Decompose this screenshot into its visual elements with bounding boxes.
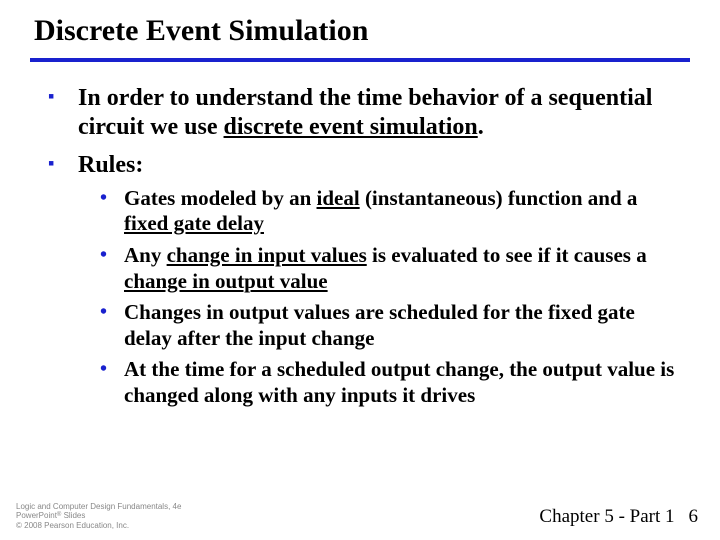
footer-line2: PowerPoint® Slides: [16, 511, 181, 521]
footer-chapter: Chapter 5 - Part 1: [539, 506, 674, 527]
footer-page-info: Chapter 5 - Part 1 6: [539, 506, 698, 528]
footer-line2b: Slides: [61, 511, 85, 520]
footer-line3: © 2008 Pearson Education, Inc.: [16, 521, 181, 530]
footer-line1: Logic and Computer Design Fundamentals, …: [16, 502, 181, 511]
slide-title: Discrete Event Simulation: [0, 0, 720, 48]
footer-copyright: Logic and Computer Design Fundamentals, …: [16, 502, 181, 530]
sub-4-text: At the time for a scheduled output chang…: [124, 357, 674, 407]
sub-2-u2: change in output value: [124, 269, 328, 293]
sub-2-mid: is evaluated to see if it causes a: [367, 243, 647, 267]
footer-line2-sup: ®: [57, 512, 61, 518]
footer-line2a: PowerPoint: [16, 511, 57, 520]
bullet-2-text: Rules:: [78, 152, 143, 178]
footer-page-number: 6: [689, 506, 699, 527]
sub-1-u1: ideal: [317, 186, 360, 210]
slide-body: In order to understand the time behavior…: [0, 62, 720, 409]
bullet-2: Rules: Gates modeled by an ideal (instan…: [44, 151, 676, 409]
bullet-1: In order to understand the time behavior…: [44, 84, 676, 143]
bullet-1-text-post: .: [478, 114, 484, 140]
sub-bullet-4: At the time for a scheduled output chang…: [78, 357, 676, 408]
bullet-1-underline: discrete event simulation: [224, 114, 478, 140]
sub-bullet-1: Gates modeled by an ideal (instantaneous…: [78, 186, 676, 237]
sub-2-u1: change in input values: [167, 243, 367, 267]
sub-bullet-3: Changes in output values are scheduled f…: [78, 300, 676, 351]
sub-1-u2: fixed gate delay: [124, 211, 264, 235]
sub-bullet-list: Gates modeled by an ideal (instantaneous…: [78, 186, 676, 409]
sub-2-pre: Any: [124, 243, 167, 267]
sub-3-text: Changes in output values are scheduled f…: [124, 300, 635, 350]
slide: Discrete Event Simulation In order to un…: [0, 0, 720, 540]
bullet-list: In order to understand the time behavior…: [44, 84, 676, 409]
sub-1-pre: Gates modeled by an: [124, 186, 317, 210]
sub-bullet-2: Any change in input values is evaluated …: [78, 243, 676, 294]
sub-1-mid: (instantaneous) function and a: [360, 186, 638, 210]
